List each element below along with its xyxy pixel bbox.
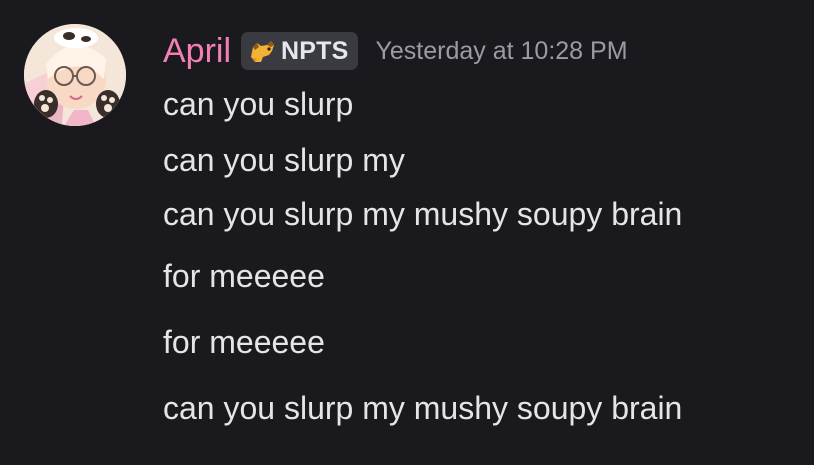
message-line: can you slurp my mushy soupy brain: [163, 196, 683, 232]
timestamp: Yesterday at 10:28 PM: [375, 36, 628, 65]
author-name[interactable]: April: [163, 28, 231, 74]
avatar[interactable]: [24, 24, 126, 126]
server-tag[interactable]: NPTS: [241, 32, 358, 70]
message-line: can you slurp: [163, 86, 354, 122]
message-line: for meeeee: [163, 258, 325, 294]
message-header: April NPTS Yesterday at 10:28 PM: [163, 28, 628, 74]
message-line: for meeeee: [163, 324, 325, 360]
message-line: can you slurp my mushy soupy brain: [163, 390, 683, 426]
server-tag-label: NPTS: [281, 36, 349, 65]
avatar-image: [24, 24, 126, 126]
dog-icon: [251, 41, 275, 62]
message-line: can you slurp my: [163, 142, 405, 178]
